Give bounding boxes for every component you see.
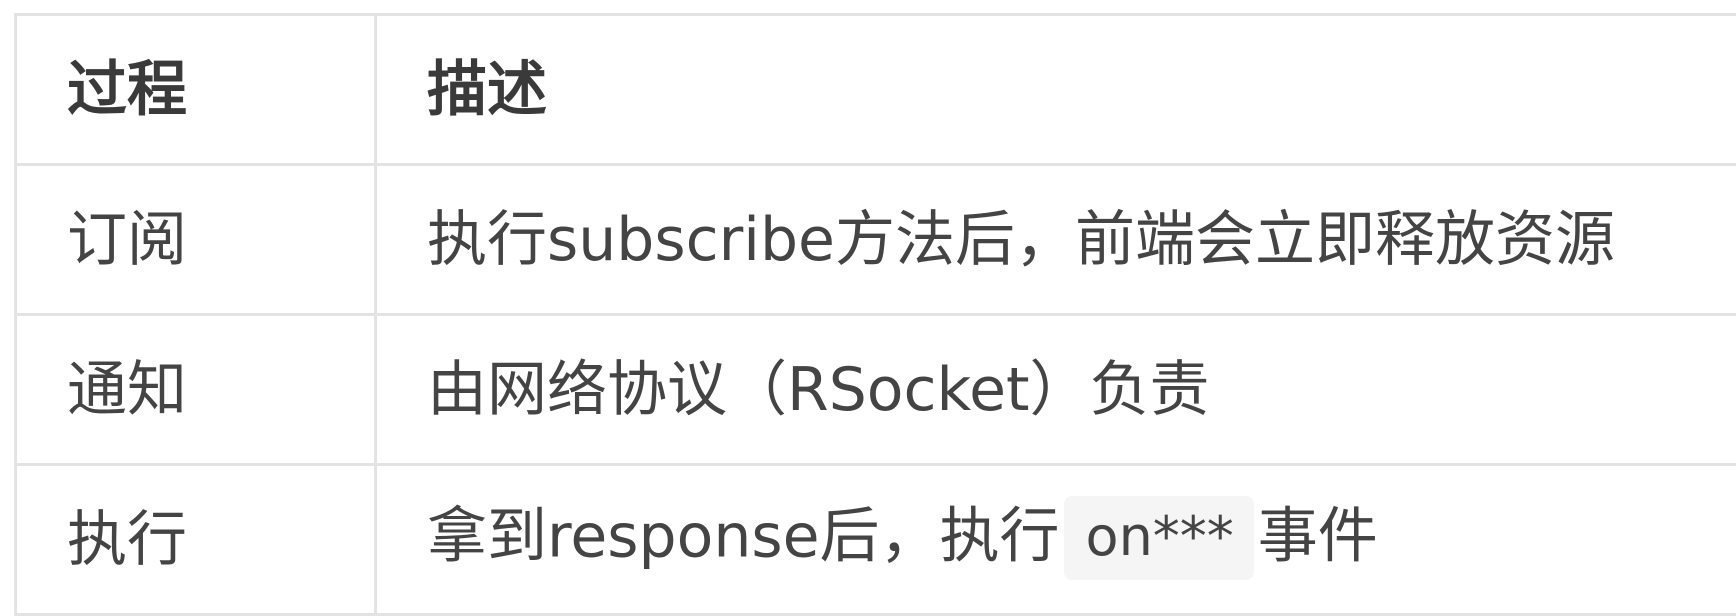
process-table-container: 过程 描述 订阅 执行subscribe方法后，前端会立即释放资源 通知 由网络… bbox=[14, 13, 1736, 616]
table-row: 通知 由网络协议（RSocket）负责 bbox=[14, 313, 1736, 466]
process-table: 过程 描述 订阅 执行subscribe方法后，前端会立即释放资源 通知 由网络… bbox=[14, 13, 1736, 616]
table-row: 订阅 执行subscribe方法后，前端会立即释放资源 bbox=[14, 163, 1736, 316]
cell-process: 订阅 bbox=[14, 163, 377, 316]
header-description: 描述 bbox=[374, 13, 1736, 166]
cell-description: 由网络协议（RSocket）负责 bbox=[374, 313, 1736, 466]
inline-code: on*** bbox=[1063, 495, 1254, 580]
cell-process: 通知 bbox=[14, 313, 377, 466]
cell-description: 拿到response后，执行 on*** 事件 bbox=[374, 463, 1736, 616]
description-text-before: 拿到response后，执行 bbox=[427, 501, 1060, 572]
cell-process: 执行 bbox=[14, 463, 377, 616]
description-text-after: 事件 bbox=[1257, 501, 1378, 572]
header-process: 过程 bbox=[14, 13, 377, 166]
table-row: 执行 拿到response后，执行 on*** 事件 bbox=[14, 463, 1736, 616]
cell-description: 执行subscribe方法后，前端会立即释放资源 bbox=[374, 163, 1736, 316]
table-header-row: 过程 描述 bbox=[14, 13, 1736, 166]
